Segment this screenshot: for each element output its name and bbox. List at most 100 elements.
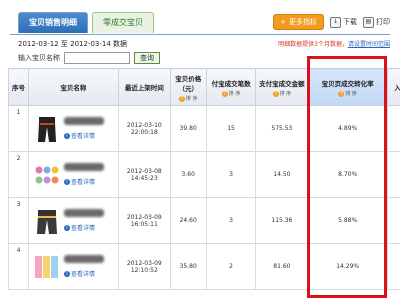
col-header-conversion[interactable]: 宝贝页成交转化率? 排 序: [307, 68, 388, 106]
sales-table: 序号 宝贝名称 最近上架时间 宝贝价格（元）? 排 序 付宝成交笔数? 排 序 支付…: [8, 68, 400, 290]
view-detail-link[interactable]: i 查看详情: [63, 269, 104, 278]
conversion-cell: 14.29%: [307, 243, 388, 290]
next-cell: [387, 197, 400, 244]
list-time-cell: 2012-03-09 12:10:52: [117, 243, 171, 290]
table-header-row: 序号 宝贝名称 最近上架时间 宝贝价格（元）? 排 序 付宝成交笔数? 排 序 支付…: [8, 68, 400, 106]
product-cell: i 查看详情: [27, 243, 119, 290]
orders-cell: 15: [205, 105, 257, 152]
download-label: 下载: [343, 18, 357, 26]
help-icon: ?: [338, 90, 345, 97]
table-row: 3 i 查看详情 2012-03-09 16:05:11 24.60 3 115.3…: [8, 197, 400, 244]
col-header-next[interactable]: 入: [387, 68, 400, 106]
list-date: 2012-03-10: [126, 121, 162, 129]
row-index: 4: [8, 243, 29, 290]
view-detail-link[interactable]: i 查看详情: [63, 223, 104, 232]
list-time-cell: 2012-03-10 22:00:18: [117, 105, 171, 152]
orders-cell: 2: [205, 243, 257, 290]
list-date: 2012-03-09: [126, 259, 162, 267]
col-header-orders[interactable]: 付宝成交笔数? 排 序: [205, 68, 257, 106]
view-detail-label: 查看详情: [70, 133, 95, 140]
product-thumbnail[interactable]: [34, 206, 60, 236]
conversion-sort[interactable]: ? 排 序: [310, 90, 385, 97]
toolbar: + 更多指标 ↓ 下载 ▤ 打印: [273, 14, 390, 30]
query-button[interactable]: 查询: [134, 52, 160, 64]
tab-zero-sales[interactable]: 零成交宝贝: [92, 12, 154, 33]
notice-link[interactable]: 请设置时间范围: [348, 41, 390, 48]
amount-header-label: 支付宝成交金额: [259, 79, 305, 88]
product-title-redacted: [63, 255, 104, 263]
detail-icon: i: [63, 178, 70, 185]
product-cell: i 查看详情: [27, 151, 119, 198]
list-time: 22:00:18: [130, 128, 158, 136]
print-icon: ▤: [363, 16, 374, 28]
list-date: 2012-03-09: [126, 213, 162, 221]
product-title-redacted: [63, 163, 104, 171]
price-cell: 3.60: [169, 151, 207, 198]
orders-cell: 3: [205, 197, 257, 244]
conversion-header-label: 宝贝页成交转化率: [321, 79, 374, 88]
notice-text: 明细数据提供3个月数据，: [278, 41, 348, 48]
row-index: 2: [8, 151, 29, 198]
conversion-cell: 4.89%: [307, 105, 388, 152]
price-cell: 24.60: [169, 197, 207, 244]
product-thumbnail[interactable]: [34, 114, 60, 144]
conversion-cell: 5.88%: [307, 197, 388, 244]
product-name-input[interactable]: [64, 52, 130, 64]
amount-sort[interactable]: ? 排 序: [258, 90, 305, 97]
row-index: 1: [8, 105, 29, 152]
table-row: 2 i 查看详情 2012-03-08 14:45:23 3.60 3 14.50 …: [8, 151, 400, 198]
list-time-cell: 2012-03-08 14:45:23: [117, 151, 171, 198]
view-detail-link[interactable]: i 查看详情: [63, 177, 104, 186]
view-detail-label: 查看详情: [70, 225, 95, 232]
col-header-list-time[interactable]: 最近上架时间: [117, 68, 171, 106]
help-icon: ?: [272, 90, 279, 97]
product-thumbnail[interactable]: [34, 252, 60, 282]
product-cell: i 查看详情: [27, 197, 119, 244]
orders-sort[interactable]: ? 排 序: [209, 90, 254, 97]
amount-cell: 81.60: [255, 243, 309, 290]
conversion-cell: 8.70%: [307, 151, 388, 198]
detail-icon: i: [63, 270, 70, 277]
list-time: 14:45:23: [130, 174, 158, 182]
notice: 明细数据提供3个月数据，请设置时间范围: [278, 39, 390, 48]
plus-icon: +: [280, 18, 286, 26]
price-header-label: 宝贝价格（元）: [175, 74, 202, 93]
more-metrics-label: 更多指标: [289, 18, 317, 26]
next-cell: [387, 243, 400, 290]
help-icon: ?: [221, 90, 228, 97]
col-header-amount[interactable]: 支付宝成交金额? 排 序: [255, 68, 309, 106]
product-thumbnail[interactable]: [34, 160, 60, 190]
orders-header-label: 付宝成交笔数: [211, 79, 251, 88]
table-row: 1 i 查看详情 2012-03-10 22:00:18 39.80 15 575.…: [8, 105, 400, 152]
date-range: 2012-03-12 至 2012-03-14 数据: [18, 40, 128, 48]
tab-bar: 宝贝销售明细 零成交宝贝: [18, 12, 154, 34]
download-button[interactable]: ↓ 下载: [330, 16, 357, 28]
col-header-price[interactable]: 宝贝价格（元） ? 排 序: [169, 68, 207, 106]
product-title-redacted: [63, 209, 104, 217]
list-date: 2012-03-08: [126, 167, 162, 175]
list-time-cell: 2012-03-09 16:05:11: [117, 197, 171, 244]
view-detail-label: 查看详情: [70, 271, 95, 278]
orders-cell: 3: [205, 151, 257, 198]
row-index: 3: [8, 197, 29, 244]
col-header-index: 序号: [8, 68, 29, 106]
print-button[interactable]: ▤ 打印: [363, 16, 390, 28]
product-title-redacted: [63, 117, 104, 125]
sort-label: 排 序: [228, 90, 241, 97]
amount-cell: 115.36: [255, 197, 309, 244]
download-icon: ↓: [330, 16, 341, 28]
amount-cell: 14.50: [255, 151, 309, 198]
col-header-product: 宝贝名称: [27, 68, 119, 106]
price-cell: 35.80: [169, 243, 207, 290]
view-detail-link[interactable]: i 查看详情: [63, 131, 104, 140]
next-cell: [387, 151, 400, 198]
sort-label: 排 序: [279, 90, 292, 97]
tab-sales-detail[interactable]: 宝贝销售明细: [18, 12, 88, 33]
tab-divider: [10, 34, 390, 35]
detail-icon: i: [63, 224, 70, 231]
sort-label: 排 序: [185, 95, 198, 102]
sort-label: 排 序: [345, 90, 357, 97]
search-label: 输入宝贝名称: [18, 54, 60, 62]
more-metrics-button[interactable]: + 更多指标: [273, 14, 324, 30]
price-sort[interactable]: ? 排 序: [173, 95, 204, 102]
